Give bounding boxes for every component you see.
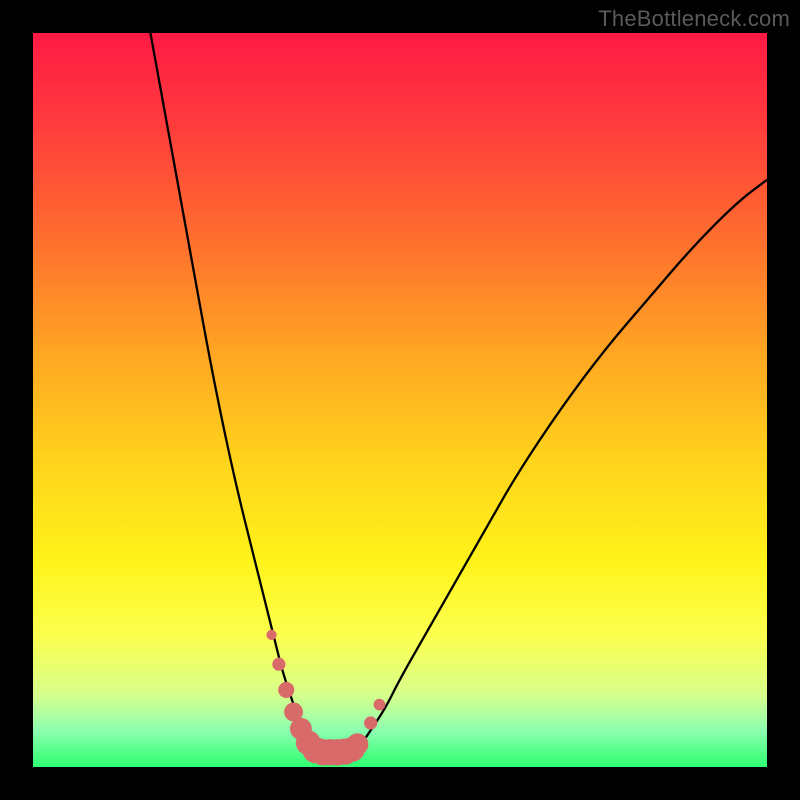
data-marker	[374, 699, 386, 711]
data-marker	[278, 682, 294, 698]
outer-frame: TheBottleneck.com	[0, 0, 800, 800]
chart-markers-group	[266, 630, 385, 766]
data-marker	[266, 630, 276, 640]
watermark-text: TheBottleneck.com	[598, 6, 790, 32]
data-marker	[272, 658, 285, 671]
data-marker	[346, 733, 368, 755]
chart-svg	[33, 33, 767, 767]
data-marker	[364, 716, 377, 729]
chart-plot-area	[33, 33, 767, 767]
chart-curve-group	[150, 33, 767, 752]
bottleneck-curve	[150, 33, 767, 752]
